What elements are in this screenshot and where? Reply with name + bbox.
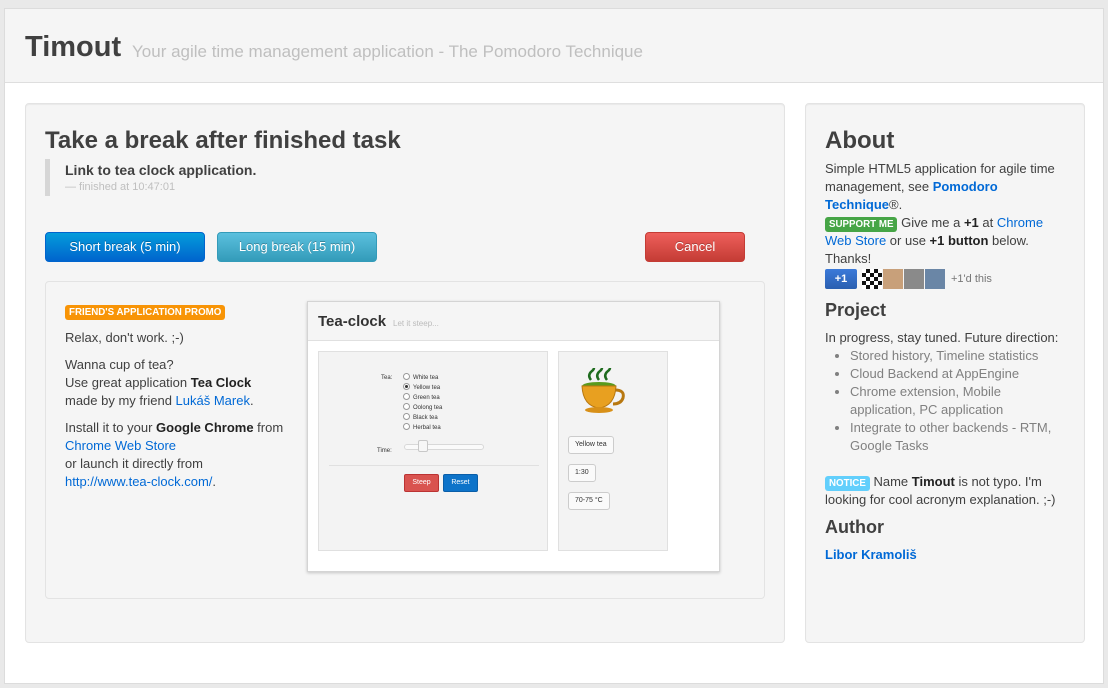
tea-option-label: Green tea <box>413 395 440 401</box>
tea-option-label: Black tea <box>413 415 438 421</box>
tea-clock-screenshot[interactable]: Tea-clock Let it steep... Tea: White tea… <box>307 301 720 572</box>
teacup-icon <box>581 368 625 413</box>
cancel-button[interactable]: Cancel <box>645 232 745 262</box>
about-text: Simple HTML5 application for agile time … <box>825 160 1070 268</box>
promo-text-span: from <box>253 420 284 435</box>
brand-title[interactable]: Timout <box>25 29 121 65</box>
tea-label: Tea: <box>381 375 393 381</box>
author-link[interactable]: Libor Kramoliš <box>825 546 917 564</box>
time-slider-thumb <box>418 440 428 452</box>
promo-text-span: Use great application <box>65 375 191 390</box>
about-text-span: ®. <box>889 197 903 212</box>
about-text-span: at <box>978 215 997 230</box>
project-intro: In progress, stay tuned. Future directio… <box>825 330 1059 345</box>
avatar <box>883 269 903 289</box>
promo-box: FRIEND'S APPLICATION PROMO Relax, don't … <box>45 281 765 599</box>
tea-option-label: Herbal tea <box>413 425 441 431</box>
radio-icon <box>403 372 410 380</box>
about-text-span: below. <box>988 233 1029 248</box>
promo-badge: FRIEND'S APPLICATION PROMO <box>65 305 226 320</box>
tea-option: Herbal tea <box>403 422 442 433</box>
tea-clock-subtitle: Let it steep... <box>393 319 439 328</box>
radio-selected-icon <box>403 382 410 390</box>
project-heading: Project <box>825 300 887 320</box>
promo-paragraph2: Wanna cup of tea? Use great application … <box>65 356 295 410</box>
plusone-count-text: +1'd this <box>951 273 992 285</box>
tea-type-chip: Yellow tea <box>568 436 614 454</box>
steep-button: Steep <box>404 474 439 492</box>
task-name: Link to tea clock application. <box>65 162 257 178</box>
plusone-row: +1 +1'd this <box>825 268 1070 290</box>
tea-clock-header: Tea-clock Let it steep... <box>308 302 719 341</box>
task-heading: Take a break after finished task <box>45 127 401 154</box>
chrome-web-store-link[interactable]: Chrome Web Store <box>65 438 176 453</box>
short-break-button[interactable]: Short break (5 min) <box>45 232 205 262</box>
reset-button: Reset <box>443 474 478 492</box>
task-quote: Link to tea clock application. — finishe… <box>45 159 445 196</box>
tea-clock-info: Yellow tea 1:30 70-75 °C <box>558 351 668 551</box>
promo-text-span: made by my friend <box>65 393 176 408</box>
tea-option-label: Yellow tea <box>413 385 441 391</box>
radio-icon <box>403 422 410 430</box>
list-item: Stored history, Timeline statistics <box>850 347 1070 365</box>
project-list: Stored history, Timeline statistics Clou… <box>850 347 1070 455</box>
promo-text-span: . <box>212 474 217 489</box>
notice-text: NOTICE Name Timout is not typo. I'm look… <box>825 473 1070 509</box>
topbar: Timout Your agile time management applic… <box>5 9 1103 83</box>
time-label: Time: <box>377 448 392 454</box>
promo-text-span: or launch it directly from <box>65 456 203 471</box>
promo-line1: Relax, don't work. ;-) <box>65 330 184 345</box>
task-finished-time: — finished at 10:47:01 <box>65 181 176 193</box>
divider <box>329 465 539 466</box>
radio-icon <box>403 402 410 410</box>
radio-icon <box>403 392 410 400</box>
plus-one-bold: +1 <box>963 215 979 230</box>
brand-tagline: Your agile time management application -… <box>132 42 643 61</box>
thanks-text: Thanks! <box>825 251 872 266</box>
task-panel: Take a break after finished task Link to… <box>25 103 785 643</box>
list-item: Cloud Backend at AppEngine <box>850 365 1070 383</box>
tea-option-label: Oolong tea <box>413 405 443 411</box>
about-heading: About <box>825 127 895 154</box>
avatar <box>862 269 882 289</box>
tea-clock-site-link[interactable]: http://www.tea-clock.com/ <box>65 474 212 489</box>
avatar <box>925 269 945 289</box>
tea-option: Green tea <box>403 392 442 403</box>
promo-paragraph3: Install it to your Google Chrome from Ch… <box>65 419 295 491</box>
tea-option: Black tea <box>403 412 442 423</box>
list-item: Integrate to other backends - RTM, Googl… <box>850 419 1070 455</box>
promo-text-span: Install it to your <box>65 420 157 435</box>
tea-option: White tea <box>403 372 442 383</box>
promo-text: FRIEND'S APPLICATION PROMO Relax, don't … <box>65 302 295 491</box>
about-text-span: Give me a <box>897 215 964 230</box>
promo-text-span: . <box>249 393 254 408</box>
lukas-marek-link[interactable]: Lukáš Marek <box>176 393 250 408</box>
tea-option: Oolong tea <box>403 402 443 413</box>
long-break-button[interactable]: Long break (15 min) <box>217 232 377 262</box>
avatar <box>904 269 924 289</box>
tea-clock-bold: Tea Clock <box>190 375 252 390</box>
about-text-span: or use <box>886 233 930 248</box>
tea-clock-title: Tea-clock <box>318 313 387 330</box>
tea-radio-group: White tea Yellow tea Green tea Oolong te… <box>403 372 443 433</box>
timout-bold: Timout <box>911 474 955 489</box>
author-heading: Author <box>825 517 884 537</box>
radio-icon <box>403 412 410 420</box>
promo-text-span: Wanna cup of tea? <box>65 357 174 372</box>
tea-option-label: White tea <box>413 375 439 381</box>
tea-clock-form: Tea: White tea Yellow tea Green tea Oolo… <box>318 351 548 551</box>
plus-one-button-bold: +1 button <box>929 233 989 248</box>
tea-temp-chip: 70-75 °C <box>568 492 610 510</box>
tea-option: Yellow tea <box>403 382 442 393</box>
sidebar: About Simple HTML5 application for agile… <box>805 103 1085 643</box>
google-chrome-bold: Google Chrome <box>156 420 254 435</box>
notice-text-span: Name <box>869 474 912 489</box>
page: Timout Your agile time management applic… <box>4 8 1104 684</box>
time-slider-track <box>404 444 484 450</box>
tea-time-chip: 1:30 <box>568 464 596 482</box>
list-item: Chrome extension, Mobile application, PC… <box>850 383 1070 419</box>
google-plusone-button[interactable]: +1 <box>825 269 857 289</box>
support-badge: SUPPORT ME <box>825 217 898 232</box>
notice-badge: NOTICE <box>825 476 870 491</box>
